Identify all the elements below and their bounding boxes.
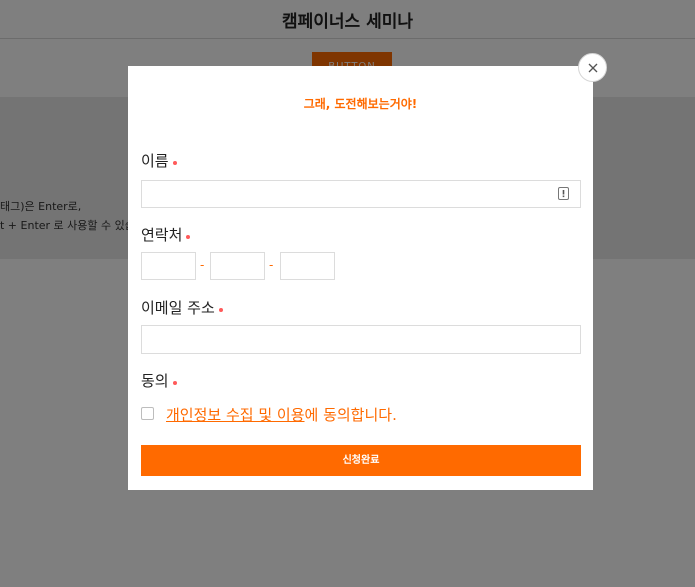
id-card-icon[interactable] <box>558 187 569 200</box>
required-dot <box>186 235 191 239</box>
consent-checkbox[interactable] <box>141 407 154 420</box>
required-dot <box>218 308 223 312</box>
consent-label: 동의 <box>141 370 177 391</box>
email-label: 이메일 주소 <box>141 297 223 318</box>
name-input[interactable] <box>141 180 581 208</box>
modal-headline: 그래, 도전해보는거야! <box>303 97 418 111</box>
phone-separator-1: - <box>200 258 205 272</box>
phone-label: 연락처 <box>141 224 191 245</box>
name-label: 이름 <box>141 150 177 171</box>
phone-label-text: 연락처 <box>141 226 183 244</box>
phone-part-3-input[interactable] <box>280 252 335 280</box>
close-icon <box>588 63 598 73</box>
consent-text: 개인정보 수집 및 이용에 동의합니다. <box>166 404 397 425</box>
close-button[interactable] <box>578 53 607 82</box>
phone-separator-2: - <box>269 258 274 272</box>
required-dot <box>172 381 177 385</box>
consent-suffix: 에 동의합니다. <box>304 406 397 424</box>
required-dot <box>172 161 177 165</box>
submit-button[interactable]: 신청완료 <box>141 445 581 476</box>
email-label-text: 이메일 주소 <box>141 299 215 317</box>
consent-label-text: 동의 <box>141 372 169 390</box>
name-label-text: 이름 <box>141 152 169 170</box>
signup-modal: 그래, 도전해보는거야! 이름 연락처 - - 이메일 주소 동의 개인정보 수… <box>128 66 593 490</box>
phone-part-1-input[interactable] <box>141 252 196 280</box>
privacy-policy-link[interactable]: 개인정보 수집 및 이용 <box>166 406 305 424</box>
phone-part-2-input[interactable] <box>210 252 265 280</box>
email-input[interactable] <box>141 325 581 354</box>
